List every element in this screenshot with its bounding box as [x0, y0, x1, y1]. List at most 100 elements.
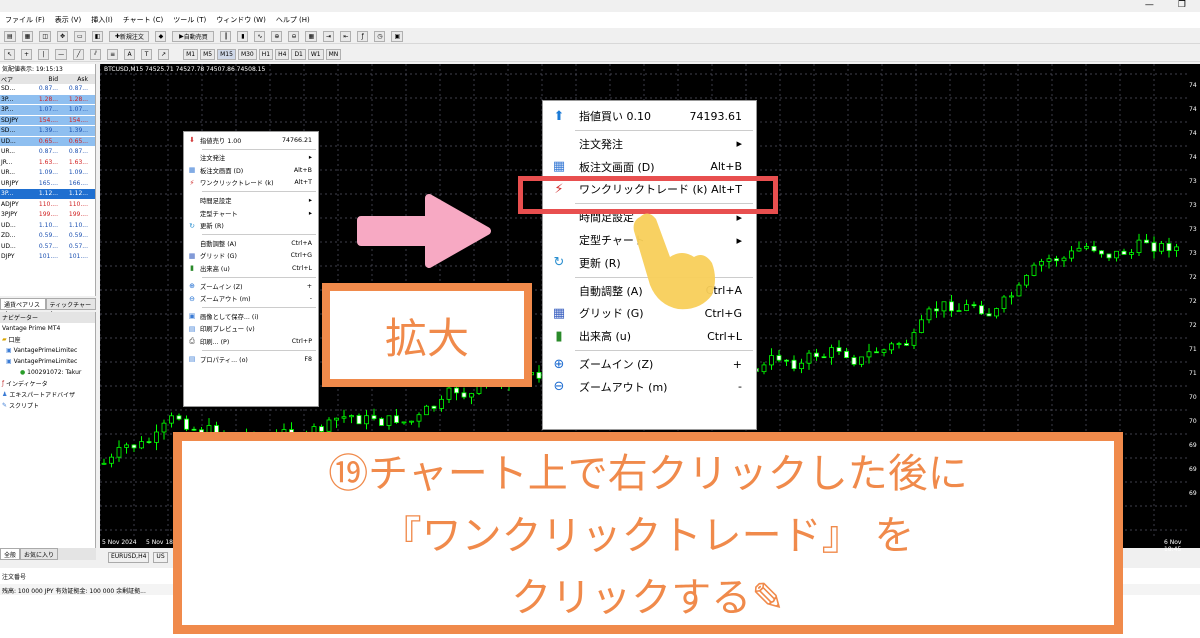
- menu-item[interactable]: ⊕ ズームイン (Z) +: [184, 280, 318, 292]
- chart-tab[interactable]: EURUSD,H4: [108, 552, 150, 563]
- indicators-icon[interactable]: ƒ: [357, 30, 369, 42]
- menu-item[interactable]: ⊖ ズームアウト (m) -: [543, 376, 756, 398]
- templates-icon[interactable]: ▣: [391, 30, 404, 42]
- menu-view[interactable]: 表示 (V): [50, 15, 86, 25]
- menu-chart[interactable]: チャート (C): [118, 15, 169, 25]
- col-ask[interactable]: Ask: [58, 76, 88, 83]
- menu-item[interactable]: ⚡ ワンクリックトレード (k) Alt+T: [184, 177, 318, 189]
- fibo-icon[interactable]: ≡: [107, 48, 119, 60]
- col-bid[interactable]: Bid: [28, 76, 58, 83]
- table-row[interactable]: SDJPY 154.... 154....: [0, 115, 95, 126]
- menu-item[interactable]: ▦ 板注文画面 (D) Alt+B: [184, 164, 318, 176]
- table-row[interactable]: 3P... 1.12... 1.12...: [0, 189, 95, 200]
- table-row[interactable]: DJPY 101.... 101....: [0, 252, 95, 263]
- tf-button[interactable]: D1: [291, 48, 306, 60]
- zoom-in-icon[interactable]: ⊕: [271, 30, 283, 42]
- tile-icon[interactable]: ▦: [305, 30, 318, 42]
- menu-item[interactable]: ▤ 印刷プレビュー (v): [184, 323, 318, 335]
- tf-button[interactable]: M15: [217, 48, 236, 60]
- table-row[interactable]: SD... 1.39... 1.39...: [0, 126, 95, 137]
- menu-window[interactable]: ウィンドウ (W): [211, 15, 271, 25]
- menu-item[interactable]: ▦ グリッド (G) Ctrl+G: [184, 250, 318, 262]
- tf-button[interactable]: W1: [307, 48, 324, 60]
- tab-symbols[interactable]: 通貨ペアリスト: [0, 298, 46, 318]
- menu-item[interactable]: ⊕ ズームイン (Z) +: [543, 353, 756, 375]
- menu-item[interactable]: ▣ 画像として保存... (i): [184, 310, 318, 322]
- menu-item[interactable]: ↻ 更新 (R): [184, 220, 318, 232]
- table-row[interactable]: JR... 1.63... 1.63...: [0, 158, 95, 168]
- table-row[interactable]: ZD... 0.59... 0.59...: [0, 231, 95, 242]
- table-row[interactable]: UD... 0.65... 0.65...: [0, 136, 95, 147]
- candle-chart-icon[interactable]: ▮: [237, 30, 249, 42]
- table-row[interactable]: UR... 0.87... 0.87...: [0, 147, 95, 158]
- table-row[interactable]: SD... 0.87... 0.87...: [0, 84, 95, 95]
- tf-button[interactable]: MN: [325, 48, 342, 60]
- menu-item[interactable]: ⊖ ズームアウト (m) -: [184, 293, 318, 305]
- menu-tools[interactable]: ツール (T): [168, 15, 211, 25]
- cursor-icon[interactable]: ↖: [4, 48, 16, 60]
- table-row[interactable]: UD... 0.57... 0.57...: [0, 242, 95, 252]
- nav-item-accounts[interactable]: ▰ 口座: [0, 334, 95, 345]
- zoom-out-icon[interactable]: ⊖: [288, 30, 300, 42]
- nav-item-experts[interactable]: ♟ エキスパートアドバイザ: [0, 389, 95, 400]
- label-icon[interactable]: T: [141, 48, 153, 60]
- periods-icon[interactable]: ◷: [374, 30, 386, 42]
- new-chart-icon[interactable]: ▤: [4, 30, 16, 42]
- tab-favorites[interactable]: お気に入り: [20, 548, 59, 560]
- channel-icon[interactable]: ⫽: [90, 48, 102, 60]
- table-row[interactable]: 3P... 1.07... 1.07...: [0, 105, 95, 116]
- menu-item[interactable]: 注文発注 ▸: [543, 133, 756, 155]
- chart-shift-icon[interactable]: ⇤: [340, 30, 352, 42]
- auto-trade-button[interactable]: ▶ 自動売買: [172, 30, 215, 42]
- nav-item-root[interactable]: Vantage Prime MT4: [0, 323, 95, 334]
- nav-item-account[interactable]: ● 100291072: Takur: [0, 367, 95, 378]
- bar-chart-icon[interactable]: ┃: [220, 30, 232, 42]
- menu-item[interactable]: ⬇ 指値売り 1.00 74766.21: [184, 134, 318, 146]
- nav-item-indicators[interactable]: ƒ インディケータ: [0, 378, 95, 389]
- vline-icon[interactable]: |: [38, 48, 50, 60]
- navigator-icon[interactable]: ✥: [57, 30, 69, 42]
- menu-item[interactable]: 定型チャート ▸: [184, 207, 318, 219]
- nav-item-server[interactable]: ▣ VantagePrimeLimitec: [0, 356, 95, 367]
- tf-button[interactable]: M1: [183, 48, 199, 60]
- menu-item[interactable]: ⎙ 印刷... (P) Ctrl+P: [184, 335, 318, 347]
- col-symbol[interactable]: ペア: [0, 75, 28, 84]
- menu-item[interactable]: ▦ 板注文画面 (D) Alt+B: [543, 156, 756, 178]
- tester-icon[interactable]: ◧: [91, 30, 104, 42]
- market-watch-icon[interactable]: ◫: [39, 30, 52, 42]
- menu-file[interactable]: ファイル (F): [0, 15, 50, 25]
- nav-item-scripts[interactable]: ✎ スクリプト: [0, 400, 95, 411]
- tf-button[interactable]: H4: [275, 48, 290, 60]
- crosshair-icon[interactable]: +: [21, 48, 33, 60]
- table-row[interactable]: UR... 1.09... 1.09...: [0, 168, 95, 179]
- tf-button[interactable]: H1: [258, 48, 274, 60]
- hline-icon[interactable]: —: [55, 48, 68, 60]
- menu-item[interactable]: 時間足設定 ▸: [184, 194, 318, 206]
- table-row[interactable]: URJPY 165.... 166....: [0, 179, 95, 189]
- menu-item[interactable]: 自動調整 (A) Ctrl+A: [184, 237, 318, 249]
- table-row[interactable]: 3PJPY 199.... 199....: [0, 210, 95, 221]
- menu-item[interactable]: ▮ 出来高 (u) Ctrl+L: [184, 262, 318, 274]
- autoscroll-icon[interactable]: ⇥: [323, 30, 335, 42]
- terminal-icon[interactable]: ▭: [74, 30, 86, 42]
- menu-item[interactable]: ⬆ 指値買い 0.10 74193.61: [543, 105, 756, 127]
- table-row[interactable]: 3P... 1.28... 1.28...: [0, 94, 95, 105]
- table-row[interactable]: UD... 1.10... 1.10...: [0, 221, 95, 231]
- line-chart-icon[interactable]: ∿: [254, 30, 266, 42]
- tf-button[interactable]: M5: [200, 48, 216, 60]
- nav-item-server[interactable]: ▣ VantagePrimeLimitec: [0, 345, 95, 356]
- text-icon[interactable]: A: [124, 48, 136, 60]
- menu-insert[interactable]: 挿入(I): [86, 15, 118, 25]
- menu-help[interactable]: ヘルプ (H): [271, 15, 315, 25]
- menu-item[interactable]: ▮ 出来高 (u) Ctrl+L: [543, 325, 756, 347]
- new-order-button[interactable]: ✚ 新規注文: [109, 30, 150, 42]
- profiles-icon[interactable]: ▦: [21, 30, 34, 42]
- minimize-icon[interactable]: —: [1145, 0, 1154, 10]
- metaeditor-icon[interactable]: ◆: [155, 30, 167, 42]
- menu-item[interactable]: ▤ プロパティ... (o) F8: [184, 353, 318, 365]
- tab-general[interactable]: 全般: [0, 548, 21, 560]
- menu-item[interactable]: 注文発注 ▸: [184, 152, 318, 164]
- chart-tab[interactable]: US: [153, 552, 168, 563]
- arrow-tool-icon[interactable]: ↗: [158, 48, 170, 60]
- table-row[interactable]: ADJPY 110.... 110....: [0, 200, 95, 210]
